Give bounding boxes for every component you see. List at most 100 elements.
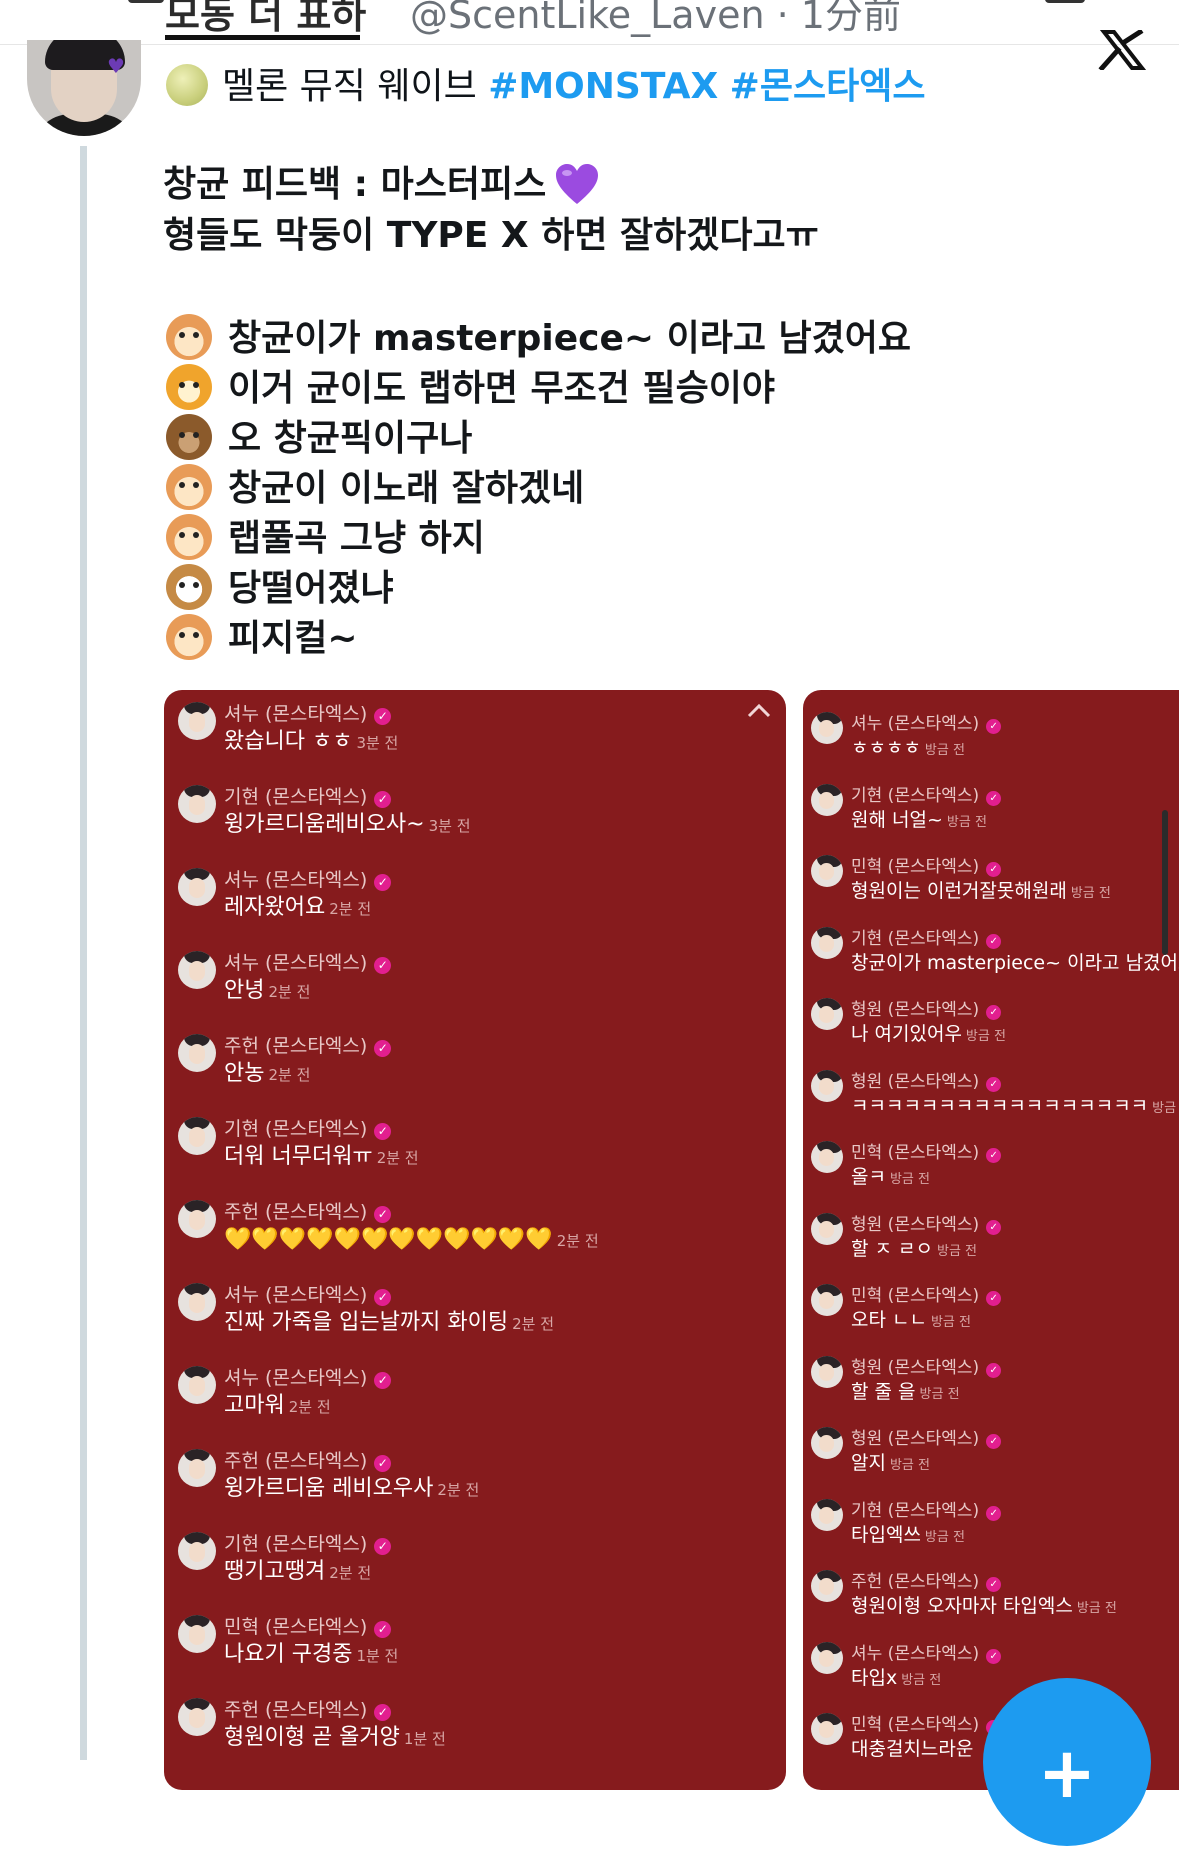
chat-avatar[interactable] bbox=[811, 998, 843, 1030]
reaction-line: 이거 균이도 랩하면 무조건 필승이야 bbox=[166, 364, 775, 411]
chat-text: 안녕 2분 전 bbox=[224, 978, 311, 1003]
chat-username: 주헌 (몬스타엑스) ✓ bbox=[851, 1570, 1002, 1594]
verified-badge-icon: ✓ bbox=[986, 790, 1002, 806]
hamster-icon bbox=[166, 314, 212, 360]
chat-username: 형원 (몬스타엑스) ✓ bbox=[851, 1427, 1002, 1451]
reaction-line: 창균이가 masterpiece~ 이라고 남겼어요 bbox=[166, 314, 911, 361]
verified-badge-icon: ✓ bbox=[374, 1538, 392, 1555]
chat-message: 기현 (몬스타엑스) ✓ 땡기고땡겨 2분 전 bbox=[164, 1532, 786, 1611]
chat-username: 민혁 (몬스타엑스)✓ bbox=[851, 1141, 1002, 1165]
chat-text: 나 여기있어우 방금 전 bbox=[851, 1023, 1006, 1045]
bear-icon bbox=[166, 414, 212, 460]
chat-message: 기현 (몬스타엑스) ✓ 창균이가 masterpiece~ 이라고 남겼어요 bbox=[803, 926, 1179, 995]
chat-avatar[interactable] bbox=[178, 1034, 216, 1072]
chat-text: 더워 너무더워ㅠ 2분 전 bbox=[224, 1144, 419, 1169]
hashtag-link[interactable]: #몬스타엑스 bbox=[730, 66, 926, 107]
chat-username: 주헌 (몬스타엑스) ✓ bbox=[224, 1698, 392, 1722]
chat-avatar[interactable] bbox=[811, 1284, 843, 1316]
user-handle: @ScentLike_Laven · 1分前 bbox=[410, 0, 901, 37]
chat-avatar[interactable] bbox=[811, 712, 843, 744]
verified-badge-icon: ✓ bbox=[374, 1704, 392, 1721]
chat-avatar[interactable] bbox=[178, 1698, 216, 1736]
hashtag-link[interactable]: #MONSTAX bbox=[488, 66, 718, 107]
chat-text: 올ㅋ 방금 전 bbox=[851, 1166, 930, 1188]
chat-timestamp: 2분 전 bbox=[268, 1066, 311, 1084]
chat-avatar[interactable] bbox=[178, 1117, 216, 1155]
chat-timestamp: 방금 전 bbox=[1076, 1601, 1117, 1616]
chat-text: 오타 ㄴㄴ 방금 전 bbox=[851, 1309, 971, 1331]
chat-avatar[interactable] bbox=[178, 868, 216, 906]
chat-avatar[interactable] bbox=[811, 1355, 843, 1388]
chat-timestamp: 방금 전 bbox=[1152, 1100, 1179, 1116]
chat-avatar[interactable] bbox=[811, 926, 843, 959]
chat-text: 안농 2분 전 bbox=[224, 1061, 311, 1086]
chat-timestamp: 2분 전 bbox=[376, 1149, 419, 1167]
chat-text: 고마워 2분 전 bbox=[224, 1393, 331, 1418]
chat-message: 셔누 (몬스타엑스) ✓ 고마워 2분 전 bbox=[164, 1366, 786, 1445]
scrollbar[interactable] bbox=[1162, 810, 1168, 955]
verified-badge-icon: ✓ bbox=[986, 1219, 1002, 1235]
verified-badge-icon: ✓ bbox=[374, 1040, 392, 1057]
chat-text: 형원이형 곧 올거양 1분 전 bbox=[224, 1725, 446, 1750]
chat-avatar[interactable] bbox=[178, 1449, 216, 1487]
chat-avatar[interactable] bbox=[811, 1427, 843, 1459]
verified-badge-icon: ✓ bbox=[986, 1434, 1002, 1449]
chat-timestamp: 2분 전 bbox=[512, 1315, 555, 1333]
chat-avatar[interactable] bbox=[178, 1283, 216, 1321]
underline bbox=[165, 35, 360, 40]
dog-icon bbox=[166, 564, 212, 610]
chat-timestamp: 방금 전 bbox=[924, 743, 965, 758]
chat-panel-right[interactable]: 셔누 (몬스타엑스) ✓ ㅎㅎㅎㅎ 방금 전 기현 (몬스타엑스) ✓ 원해 너얼~ 방금 전… bbox=[803, 690, 1179, 1790]
chat-avatar[interactable] bbox=[178, 1200, 216, 1238]
chat-message: 형원 (몬스타엑스) ✓ 할 ㅈ ㄹㅇ 방금 전 bbox=[803, 1212, 1179, 1281]
chat-text: 레자왔어요 2분 전 bbox=[224, 895, 372, 920]
reaction-line: 창균이 이노래 잘하겠네 bbox=[166, 464, 584, 511]
chat-timestamp: 방금 전 bbox=[1070, 886, 1111, 901]
chat-avatar[interactable] bbox=[811, 783, 843, 816]
display-name[interactable]: 모동 더 표하 bbox=[165, 0, 366, 34]
chat-timestamp: 3분 전 bbox=[356, 734, 399, 752]
chat-avatar[interactable] bbox=[811, 1641, 843, 1674]
chat-username: 기현 (몬스타엑스) ✓ bbox=[224, 1532, 392, 1556]
chat-avatar[interactable] bbox=[811, 1069, 843, 1102]
hamster-icon bbox=[166, 464, 212, 510]
chat-timestamp: 1분 전 bbox=[403, 1730, 446, 1748]
tweet-line: 형들도 막둥이 TYPE X 하면 잘하겠다고ㅠ bbox=[163, 215, 819, 256]
tweet-line: 창균 피드백 : 마스터피스 bbox=[163, 162, 600, 207]
chat-message: 주헌 (몬스타엑스) ✓ 윙가르디움 레비오우사 2분 전 bbox=[164, 1449, 786, 1528]
verified-badge-icon: ✓ bbox=[986, 1291, 1002, 1306]
chat-message: 주헌 (몬스타엑스) ✓ 형원이형 곧 올거양 1분 전 bbox=[164, 1698, 786, 1777]
chat-text: 대충걸치느라운 bbox=[851, 1738, 974, 1760]
compose-button[interactable]: + bbox=[983, 1678, 1151, 1846]
chat-text: 💛💛💛💛💛💛💛💛💛💛💛💛 2분 전 bbox=[224, 1227, 599, 1252]
chat-avatar[interactable] bbox=[178, 702, 216, 740]
chat-avatar[interactable] bbox=[178, 1366, 216, 1404]
chat-username: 기현 (몬스타엑스) ✓ bbox=[224, 1117, 392, 1141]
melon-icon bbox=[166, 64, 208, 106]
chat-avatar[interactable] bbox=[178, 1615, 216, 1653]
chat-avatar[interactable] bbox=[811, 1141, 843, 1173]
chat-username: 셔누 (몬스타엑스) ✓ bbox=[851, 1642, 1002, 1666]
verified-badge-icon: ✓ bbox=[374, 1123, 392, 1140]
chat-timestamp: 방금 전 bbox=[946, 814, 987, 830]
status-icon bbox=[128, 0, 164, 3]
chat-avatar[interactable] bbox=[811, 1498, 843, 1531]
verified-badge-icon: ✓ bbox=[986, 1648, 1002, 1664]
chat-panel-left[interactable]: 셔누 (몬스타엑스) ✓ 왔습니다 ㅎㅎ 3분 전 기현 (몬스타엑스) ✓ 윙가르디움레비… bbox=[164, 690, 786, 1790]
chat-username: 기현 (몬스타엑스) ✓ bbox=[851, 784, 1002, 808]
chat-avatar[interactable] bbox=[178, 785, 216, 823]
chat-avatar[interactable] bbox=[178, 1532, 216, 1570]
verified-badge-icon: ✓ bbox=[986, 1076, 1002, 1092]
chat-avatar[interactable] bbox=[811, 1212, 843, 1245]
chat-avatar[interactable] bbox=[811, 855, 843, 887]
chat-avatar[interactable] bbox=[811, 1713, 843, 1745]
chat-avatar[interactable] bbox=[178, 951, 216, 989]
chat-text: 나요기 구경중 1분 전 bbox=[224, 1642, 399, 1667]
chat-message: 형원 (몬스타엑스)✓ㅋㅋㅋㅋㅋㅋㅋㅋㅋㅋㅋㅋㅋㅋㅋㅋㅋ방금 전 bbox=[803, 1069, 1179, 1138]
x-logo-icon[interactable] bbox=[1098, 30, 1146, 70]
chat-avatar[interactable] bbox=[811, 1570, 843, 1602]
avatar[interactable]: ♥ bbox=[27, 40, 141, 136]
verified-badge-icon: ✓ bbox=[374, 957, 392, 974]
reaction-line: 피지컬~ bbox=[166, 614, 358, 661]
chat-username: 민혁 (몬스타엑스)✓ bbox=[851, 1284, 1002, 1308]
